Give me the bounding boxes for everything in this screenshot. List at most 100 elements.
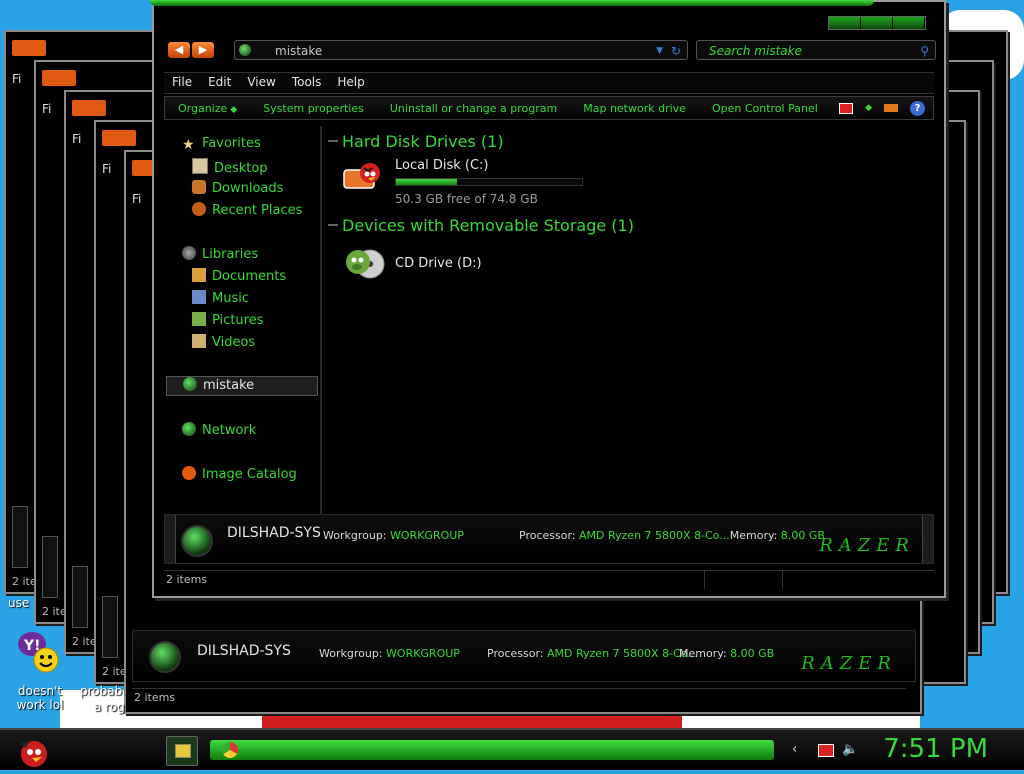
menu-tools[interactable]: Tools xyxy=(284,73,330,93)
nav-downloads[interactable]: Downloads xyxy=(192,180,283,196)
desktop-label-probably[interactable]: probab xyxy=(80,684,122,698)
menu-edit[interactable]: Edit xyxy=(200,73,239,93)
group-hard-disk-drives[interactable]: Hard Disk Drives (1) xyxy=(328,132,504,151)
window-controls[interactable] xyxy=(828,16,926,30)
cd-drive-icon[interactable] xyxy=(342,244,386,279)
nav-favorites-label: Favorites xyxy=(202,136,261,151)
item-count: 2 items xyxy=(134,691,176,704)
explorer-window[interactable]: ◀ ▶ mistake ▼ ↻ ⚲ File Edit View Tools H… xyxy=(152,0,946,598)
videos-icon xyxy=(192,334,206,348)
preview-pane-icon[interactable] xyxy=(884,104,898,112)
menu-file[interactable]: File xyxy=(164,73,200,93)
local-disk-icon[interactable] xyxy=(342,160,386,194)
chrome-icon[interactable] xyxy=(222,742,238,758)
navigation-buttons: ◀ ▶ xyxy=(168,42,214,58)
tray-expand-icon[interactable]: ‹ xyxy=(792,742,797,757)
window-top-glow xyxy=(150,0,874,6)
menu-file[interactable]: Fi xyxy=(12,72,21,86)
nav-desktop[interactable]: Desktop xyxy=(192,158,268,176)
nav-favorites[interactable]: ★ Favorites xyxy=(182,136,261,153)
uninstall-program-button[interactable]: Uninstall or change a program xyxy=(377,102,570,115)
taskbar-clock[interactable]: 7:51 PM xyxy=(883,734,988,764)
volume-icon[interactable]: 🔈 xyxy=(842,742,858,757)
libraries-icon xyxy=(182,246,196,260)
scroll-area xyxy=(42,536,58,598)
back-details-pane: DILSHAD-SYS Workgroup: WORKGROUP Process… xyxy=(132,630,916,682)
nav-videos[interactable]: Videos xyxy=(192,334,255,350)
nav-pictures-label: Pictures xyxy=(212,313,264,328)
cd-drive-name[interactable]: CD Drive (D:) xyxy=(395,256,482,271)
nav-videos-label: Videos xyxy=(212,335,256,350)
minimize-button[interactable] xyxy=(829,17,861,29)
change-view-icon[interactable] xyxy=(839,102,854,114)
system-properties-button[interactable]: System properties xyxy=(250,102,377,115)
open-control-panel-button[interactable]: Open Control Panel xyxy=(699,102,831,115)
organize-label: Organize xyxy=(178,101,228,115)
local-disk-name[interactable]: Local Disk (C:) xyxy=(395,158,488,173)
back-button[interactable]: ◀ xyxy=(168,42,190,58)
start-button[interactable] xyxy=(10,730,50,770)
desktop-label-use[interactable]: use xyxy=(8,596,29,610)
desktop-label-doesnt-work[interactable]: doesn't work lol xyxy=(2,684,78,712)
maximize-button[interactable] xyxy=(861,17,893,29)
status-separator xyxy=(704,571,705,589)
tray-monitor-icon[interactable] xyxy=(818,744,834,757)
nav-pictures[interactable]: Pictures xyxy=(192,312,263,328)
nav-computer-selected[interactable]: mistake xyxy=(166,376,318,396)
refresh-icon[interactable]: ↻ xyxy=(671,41,681,61)
nav-buttons[interactable] xyxy=(42,70,76,86)
menu-file[interactable]: Fi xyxy=(132,192,141,206)
memory-label: Memory: xyxy=(729,529,778,542)
nav-recent-label: Recent Places xyxy=(212,203,303,218)
nav-buttons[interactable] xyxy=(72,100,106,116)
nav-buttons[interactable] xyxy=(102,130,136,146)
nav-buttons[interactable] xyxy=(12,40,46,56)
workgroup-info: Workgroup: WORKGROUP xyxy=(319,647,460,660)
nav-image-catalog-label: Image Catalog xyxy=(202,467,297,482)
razer-logo: RAZER xyxy=(819,535,915,556)
nav-libraries[interactable]: Libraries xyxy=(182,246,258,262)
yahoo-messenger-icon[interactable]: Y! xyxy=(14,630,62,676)
desktop-label-a-rog[interactable]: a rog xyxy=(94,700,125,714)
menu-file[interactable]: Fi xyxy=(42,102,51,116)
nav-downloads-label: Downloads xyxy=(212,181,284,196)
nav-libraries-label: Libraries xyxy=(202,247,259,262)
view-controls: ◆ ? xyxy=(839,100,925,116)
menu-file[interactable]: Fi xyxy=(72,132,81,146)
search-input[interactable] xyxy=(707,43,911,59)
search-box[interactable]: ⚲ xyxy=(696,40,936,60)
nav-network[interactable]: Network xyxy=(182,422,256,438)
memory-info: Memory: 8.00 GB xyxy=(679,647,774,660)
pc-name: DILSHAD-SYS xyxy=(227,525,321,541)
help-icon[interactable]: ? xyxy=(910,100,925,116)
processor-info: Processor: AMD Ryzen 7 5800X 8-Co... xyxy=(487,647,698,660)
view-dropdown-icon[interactable]: ◆ xyxy=(865,103,872,113)
menu-help[interactable]: Help xyxy=(329,73,372,93)
close-button[interactable] xyxy=(893,17,925,29)
star-icon: ★ xyxy=(182,137,195,153)
nav-recent-places[interactable]: Recent Places xyxy=(192,202,302,218)
nav-music[interactable]: Music xyxy=(192,290,249,306)
forward-button[interactable]: ▶ xyxy=(192,42,214,58)
address-bar[interactable]: mistake ▼ ↻ xyxy=(234,40,688,60)
search-icon[interactable]: ⚲ xyxy=(920,41,929,61)
scroll-area xyxy=(102,596,118,658)
menu-view[interactable]: View xyxy=(239,73,283,93)
taskbar: ‹ 🔈 7:51 PM xyxy=(0,728,1024,770)
status-separator xyxy=(782,571,783,589)
group-removable-storage[interactable]: Devices with Removable Storage (1) xyxy=(328,216,634,235)
pictures-icon xyxy=(192,312,206,326)
memory-label: Memory: xyxy=(679,647,727,660)
workgroup-value: WORKGROUP xyxy=(386,647,460,660)
workgroup-label: Workgroup: xyxy=(323,529,387,542)
scroll-area xyxy=(12,506,28,568)
nav-image-catalog[interactable]: Image Catalog xyxy=(182,466,297,482)
map-network-drive-button[interactable]: Map network drive xyxy=(570,102,699,115)
content-pane: Hard Disk Drives (1) Local Disk (C:) 50.… xyxy=(328,126,928,516)
details-pane: DILSHAD-SYS Workgroup: WORKGROUP Process… xyxy=(164,514,934,564)
menu-file[interactable]: Fi xyxy=(102,162,111,176)
nav-documents[interactable]: Documents xyxy=(192,268,286,284)
taskbar-explorer-button[interactable] xyxy=(166,736,198,766)
address-dropdown-icon[interactable]: ▼ xyxy=(656,41,663,61)
organize-button[interactable]: Organize ◆ xyxy=(165,102,250,115)
